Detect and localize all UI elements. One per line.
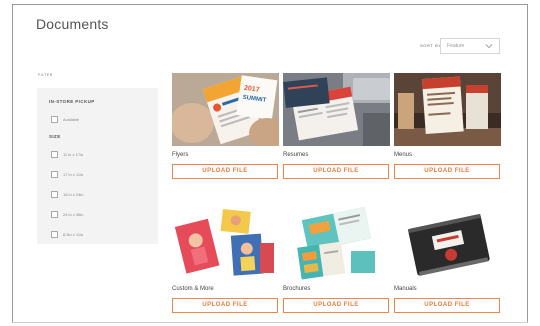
sort-select[interactable]: Feature xyxy=(440,38,500,54)
filter-option-label: 17 in x 11in xyxy=(63,171,84,177)
filter-option-size-2[interactable]: 17 in x 11in xyxy=(51,169,83,179)
filter-heading: FILTER xyxy=(38,73,53,77)
category-label: Flyers xyxy=(172,152,189,158)
category-label: Manuals xyxy=(394,286,417,292)
filter-option-size-4[interactable]: 24 in x 36in xyxy=(51,209,83,219)
page-bottom-border xyxy=(12,322,528,323)
custom-more-thumbnail xyxy=(172,207,279,280)
filter-sidebar: IN-STORE PICKUP Available SIZE 11 in x 1… xyxy=(37,88,158,244)
checkbox[interactable] xyxy=(51,115,58,123)
upload-file-button[interactable]: UPLOAD FILE xyxy=(394,298,500,313)
filter-group-title-pickup: IN-STORE PICKUP xyxy=(49,99,95,104)
category-label: Menus xyxy=(394,152,413,158)
filter-option-label: 18 in x 24in xyxy=(63,191,84,197)
upload-file-button[interactable]: UPLOAD FILE xyxy=(172,298,278,313)
brochures-thumbnail xyxy=(283,207,390,280)
resumes-thumbnail xyxy=(283,73,390,146)
checkbox[interactable] xyxy=(51,190,58,198)
upload-file-button[interactable]: UPLOAD FILE xyxy=(283,164,389,179)
category-label: Resumes xyxy=(283,152,309,158)
upload-file-button[interactable]: UPLOAD FILE xyxy=(172,164,278,179)
filter-group-title-size: SIZE xyxy=(49,134,61,139)
filter-option-available[interactable]: Available xyxy=(51,114,79,124)
sort-by-label: SORT BY xyxy=(420,43,442,48)
upload-file-button[interactable]: UPLOAD FILE xyxy=(283,298,389,313)
checkbox[interactable] xyxy=(51,230,58,238)
filter-option-label: 11 in x 17in xyxy=(63,151,84,157)
sort-selected-value: Feature xyxy=(447,43,465,49)
checkbox[interactable] xyxy=(51,150,58,158)
page-title: Documents xyxy=(36,16,109,32)
checkbox[interactable] xyxy=(51,170,58,178)
manuals-thumbnail xyxy=(394,207,501,280)
filter-option-label: Available xyxy=(63,116,80,122)
chevron-down-icon xyxy=(485,44,493,49)
filter-option-label: 8.5in x 11in xyxy=(63,231,84,237)
filter-option-label: 24 in x 36in xyxy=(63,211,84,217)
checkbox[interactable] xyxy=(51,210,58,218)
filter-option-size-5[interactable]: 8.5in x 11in xyxy=(51,229,83,239)
filter-option-size-3[interactable]: 18 in x 24in xyxy=(51,189,83,199)
category-label: Brochures xyxy=(283,286,311,292)
upload-file-button[interactable]: UPLOAD FILE xyxy=(394,164,500,179)
flyers-thumbnail: 2017 SUMMIT xyxy=(172,73,279,146)
menus-thumbnail xyxy=(394,73,501,146)
filter-option-size-1[interactable]: 11 in x 17in xyxy=(51,149,83,159)
category-label: Custom & More xyxy=(172,286,214,292)
